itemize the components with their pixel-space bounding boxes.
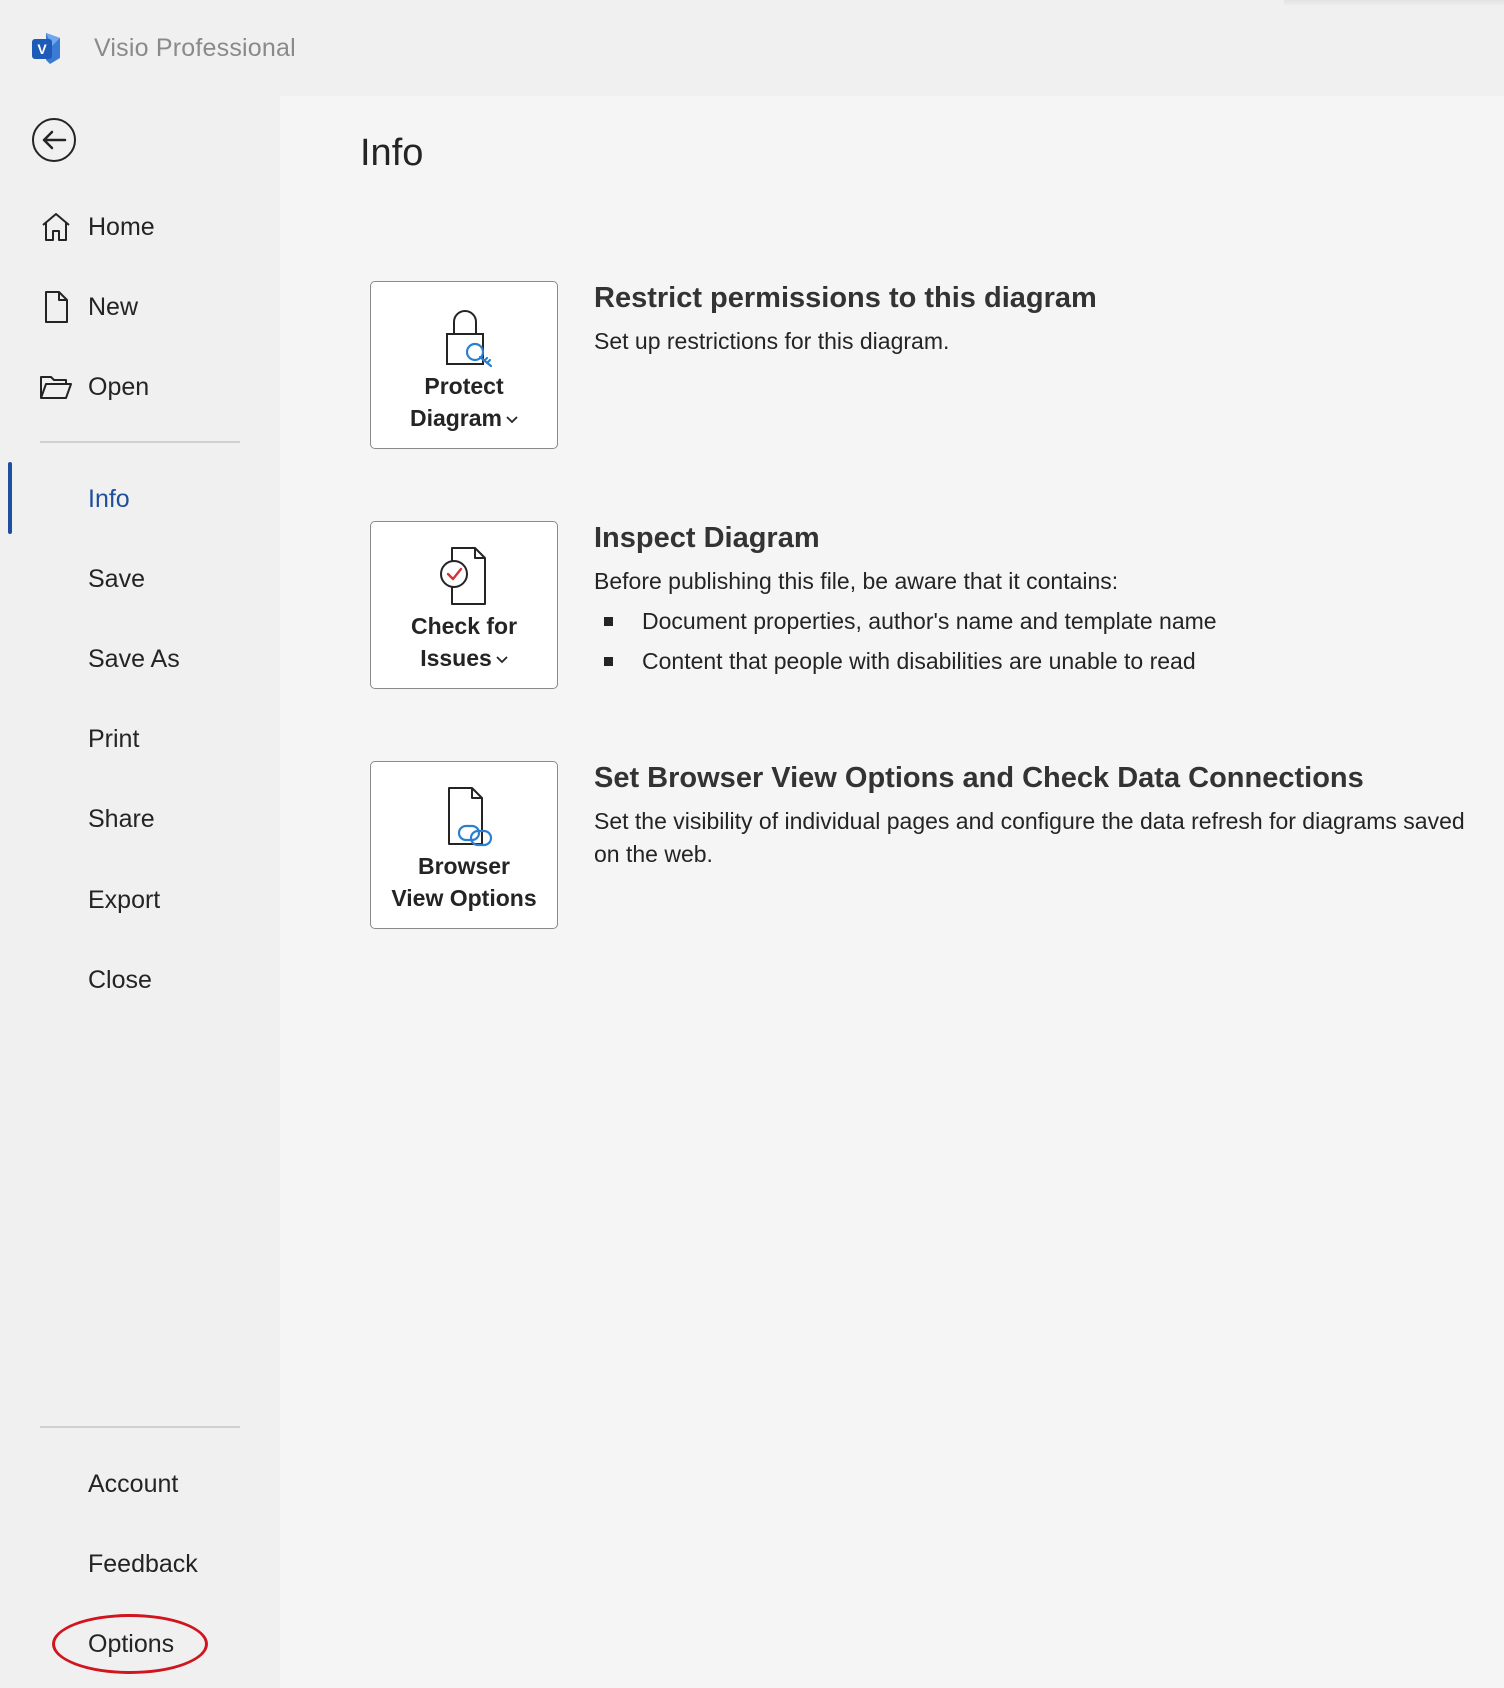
nav-feedback[interactable]: Feedback: [0, 1534, 278, 1594]
folder-open-icon: [40, 376, 72, 399]
check-for-issues-label-line2-wrap: Issues: [371, 642, 557, 674]
browser-section-text: Set the visibility of individual pages a…: [594, 808, 1465, 867]
svg-text:V: V: [37, 41, 47, 57]
check-for-issues-label-line2: Issues: [420, 645, 492, 671]
lock-key-icon: [446, 310, 493, 368]
nav-save[interactable]: Save: [0, 549, 278, 609]
document-link-icon: [448, 787, 493, 847]
new-file-icon: [45, 291, 68, 323]
nav-share[interactable]: Share: [0, 789, 278, 849]
nav-close[interactable]: Close: [0, 950, 278, 1010]
app-title: Visio Professional: [94, 34, 296, 62]
inspect-bullet-text: Content that people with disabilities ar…: [642, 648, 1196, 674]
nav-export-label: Export: [88, 885, 161, 914]
visio-logo-icon: V: [32, 33, 60, 64]
bullet-square: [604, 617, 613, 626]
nav-save-as[interactable]: Save As: [0, 629, 278, 689]
nav-account[interactable]: Account: [0, 1454, 278, 1514]
inspect-bullet-text: Document properties, author's name and t…: [642, 608, 1217, 634]
sidebar-divider-bottom: [40, 1426, 240, 1428]
protect-diagram-label-line2: Diagram: [409, 405, 503, 431]
browser-section-heading: Set Browser View Options and Check Data …: [594, 762, 1364, 794]
home-icon: [42, 213, 70, 241]
protect-diagram-label: Protect Diagram: [371, 370, 557, 434]
check-document-icon: [440, 547, 486, 605]
nav-open[interactable]: Open: [0, 357, 278, 417]
nav-new-label: New: [88, 292, 139, 321]
browser-view-options-label-line2: View Options: [391, 885, 537, 911]
sidebar-divider: [40, 441, 240, 443]
nav-save-as-label: Save As: [88, 644, 180, 673]
nav-close-label: Close: [88, 965, 152, 994]
nav-new[interactable]: New: [0, 277, 278, 337]
bullet-square: [604, 657, 613, 666]
chevron-down-icon: [496, 656, 508, 664]
check-for-issues-label: Check for Issues: [371, 610, 557, 674]
page-title: Info: [360, 132, 424, 174]
nav-open-label: Open: [88, 372, 150, 401]
nav-export[interactable]: Export: [0, 870, 278, 930]
back-button[interactable]: [32, 118, 76, 162]
inspect-section-text: Before publishing this file, be aware th…: [594, 568, 1119, 594]
protect-diagram-label-line1: Protect: [424, 373, 504, 399]
nav-print-label: Print: [88, 724, 140, 753]
protect-diagram-label-line2-wrap: Diagram: [371, 402, 557, 434]
check-for-issues-button[interactable]: Check for Issues: [370, 521, 558, 689]
nav-info-label: Info: [88, 484, 130, 513]
chevron-down-icon: [506, 416, 518, 424]
title-bar-shadow: [1284, 0, 1504, 6]
protect-section-heading: Restrict permissions to this diagram: [594, 282, 1097, 314]
nav-share-label: Share: [88, 804, 155, 833]
protect-section-text: Set up restrictions for this diagram.: [594, 328, 950, 354]
nav-info[interactable]: Info: [0, 469, 278, 529]
browser-view-options-label: Browser View Options: [371, 850, 557, 914]
browser-view-options-button[interactable]: Browser View Options: [370, 761, 558, 929]
nav-home[interactable]: Home: [0, 197, 278, 257]
nav-home-label: Home: [88, 212, 155, 241]
options-highlight-circle: [52, 1614, 208, 1674]
nav-save-label: Save: [88, 564, 145, 593]
protect-diagram-button[interactable]: Protect Diagram: [370, 281, 558, 449]
inspect-section-heading: Inspect Diagram: [594, 522, 820, 554]
nav-feedback-label: Feedback: [88, 1549, 198, 1578]
browser-view-options-label-line1: Browser: [417, 853, 511, 879]
title-bar: V Visio Professional: [0, 0, 1504, 96]
check-for-issues-label-line1: Check for: [410, 613, 518, 639]
info-pane: Info Protect Diagram Restrict permission…: [280, 96, 1504, 1688]
nav-account-label: Account: [88, 1469, 179, 1498]
nav-print[interactable]: Print: [0, 709, 278, 769]
arrow-left-icon: [42, 130, 67, 150]
